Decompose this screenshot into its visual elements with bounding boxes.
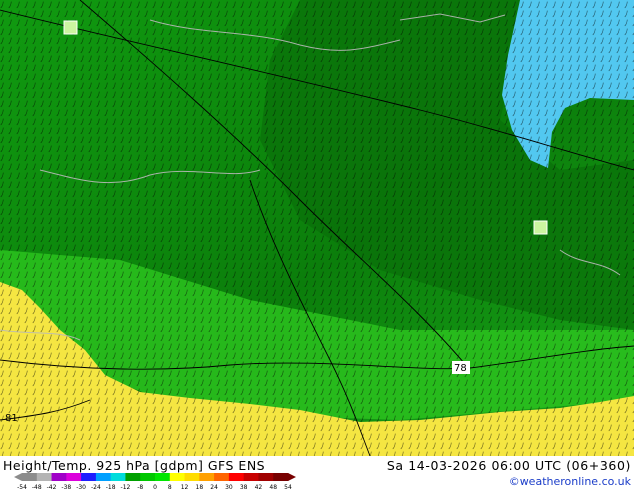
colorbar-tick-label: 54 xyxy=(284,484,292,490)
colorbar-segment xyxy=(22,473,38,481)
colorbar-tick-label: 38 xyxy=(240,484,248,490)
colorbar-segment xyxy=(36,473,53,481)
contour-label-81: 81 xyxy=(5,413,18,424)
weather-map: ﾉ xyxy=(0,0,634,456)
colorbar-tick-label: 12 xyxy=(181,484,189,490)
colorbar-segment xyxy=(214,473,230,481)
colorbar-arrow-right xyxy=(288,473,296,481)
colorbar-segment xyxy=(169,473,186,481)
colorbar-segment xyxy=(95,473,112,481)
colorbar-segment xyxy=(155,473,171,481)
colorbar-segment xyxy=(125,473,141,481)
colorbar-tick-label: -8 xyxy=(137,484,143,490)
colorbar-tick-label: 8 xyxy=(168,484,172,490)
colorbar-tick-label: 30 xyxy=(225,484,233,490)
city-marker xyxy=(63,20,78,35)
map-title: Height/Temp. 925 hPa [gdpm] GFS ENS xyxy=(3,458,266,473)
colorbar-tick-label: -42 xyxy=(47,484,57,490)
colorbar-arrow-left xyxy=(14,473,22,481)
colorbar-segment xyxy=(110,473,126,481)
colorbar-tick-label: -24 xyxy=(91,484,101,490)
city-marker xyxy=(533,220,548,235)
colorbar-segment xyxy=(228,473,245,481)
map-canvas: ﾉ xyxy=(0,0,634,456)
colorbar-tick-label: 48 xyxy=(269,484,277,490)
colorbar-tick-label: 24 xyxy=(210,484,218,490)
colorbar-tick-label: -54 xyxy=(17,484,27,490)
colorbar-segment xyxy=(258,473,274,481)
colorbar-tick-label: -38 xyxy=(61,484,71,490)
colorbar-tick-label: -12 xyxy=(121,484,131,490)
colorbar-segment xyxy=(184,473,200,481)
colorbar-tick-label: 0 xyxy=(153,484,157,490)
colorbar-tick-label: -30 xyxy=(76,484,86,490)
colorbar-tick-label: 18 xyxy=(196,484,204,490)
colorbar-segment xyxy=(273,473,289,481)
colorbar-segment xyxy=(66,473,82,481)
colorbar-segment xyxy=(51,473,67,481)
colorbar-segment xyxy=(140,473,156,481)
credit-link[interactable]: ©weatheronline.co.uk xyxy=(509,475,631,488)
colorbar-segment xyxy=(199,473,215,481)
colorbar-tick-label: -48 xyxy=(32,484,42,490)
contour-label-78: 78 xyxy=(454,363,467,374)
colorbar-segment xyxy=(81,473,97,481)
colorbar-tick-label: -18 xyxy=(106,484,116,490)
valid-time: Sa 14-03-2026 06:00 UTC (06+360) xyxy=(386,458,631,473)
temperature-colorbar: -54 -48 -42 -38 -30 -24 -18 -12 -8 0 8 12 18 24 30 38 42… xyxy=(14,473,296,490)
colorbar-tick-label: 42 xyxy=(255,484,263,490)
colorbar-segment xyxy=(243,473,259,481)
